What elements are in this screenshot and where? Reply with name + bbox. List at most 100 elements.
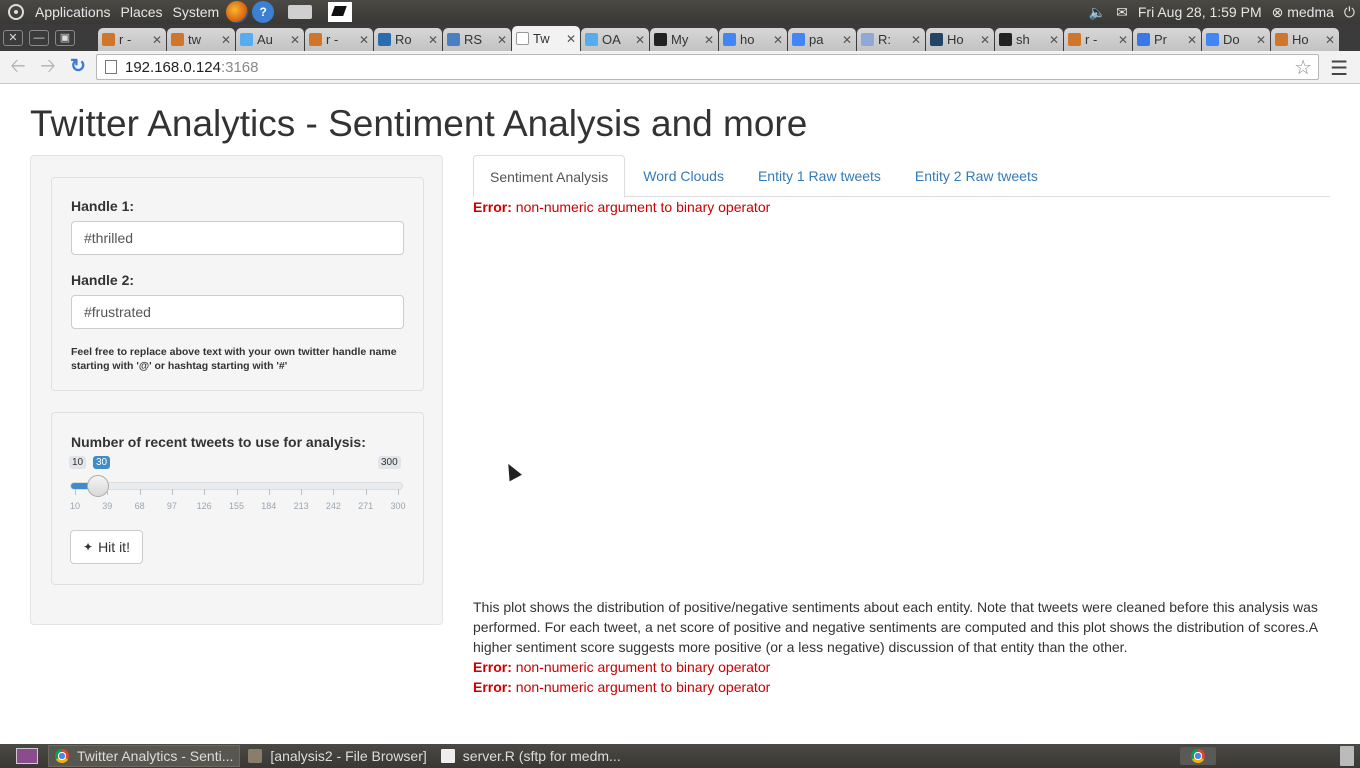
tab-close-icon[interactable]: ✕ [497, 33, 507, 47]
tray-chrome-icon[interactable] [1180, 747, 1216, 765]
tab-close-icon[interactable]: ✕ [359, 33, 369, 47]
back-arrow-icon[interactable]: 🡠 [6, 55, 30, 79]
tab-close-icon[interactable]: ✕ [221, 33, 231, 47]
browser-tab[interactable]: tw ✕ [167, 28, 235, 51]
hit-it-button[interactable]: ✦ Hit it! [70, 530, 143, 564]
places-menu[interactable]: Places [116, 4, 168, 20]
tab-close-icon[interactable]: ✕ [1118, 33, 1128, 47]
window-close-icon[interactable]: ✕ [3, 30, 23, 46]
window-maximize-icon[interactable]: ▣ [55, 30, 75, 46]
user-menu[interactable]: ⊗ medma [1267, 4, 1339, 21]
browser-tab[interactable]: OA ✕ [581, 28, 649, 51]
browser-tab[interactable]: Ro ✕ [374, 28, 442, 51]
tab-close-icon[interactable]: ✕ [773, 33, 783, 47]
mail-icon[interactable]: ✉ [1111, 4, 1133, 21]
task-editor[interactable]: server.R (sftp for medm... [435, 745, 627, 767]
bookmark-star-icon[interactable]: ☆ [1294, 55, 1312, 80]
volume-icon[interactable]: 🔈 [1084, 4, 1111, 21]
tab-title: Ho [1292, 32, 1309, 47]
slider-tick [268, 489, 270, 495]
browser-tab[interactable]: My ✕ [650, 28, 718, 51]
power-icon[interactable]: ⏻ [1339, 4, 1360, 21]
browser-tab[interactable]: pa ✕ [788, 28, 856, 51]
tab-close-icon[interactable]: ✕ [566, 32, 576, 46]
browser-tab[interactable]: RS ✕ [443, 28, 511, 51]
ubuntu-logo-icon[interactable] [8, 4, 24, 20]
slider-tick [365, 489, 367, 495]
browser-tab[interactable]: Ho ✕ [1271, 28, 1339, 51]
help-launcher-icon[interactable]: ? [252, 1, 275, 23]
slider-tick [236, 489, 238, 495]
slider-tick-label: 68 [134, 501, 145, 511]
browser-tab[interactable]: R: ✕ [857, 28, 925, 51]
slider-tick-label: 39 [102, 501, 113, 511]
browser-tab[interactable]: Pr ✕ [1133, 28, 1201, 51]
trash-icon[interactable] [1340, 746, 1354, 766]
forward-arrow-icon[interactable]: 🡢 [36, 55, 60, 79]
address-bar[interactable]: 192.168.0.124:3168 ☆ [96, 54, 1319, 80]
show-desktop-icon[interactable] [16, 748, 38, 764]
tab-title: Ho [947, 32, 964, 47]
window-minimize-icon[interactable]: — [29, 30, 49, 46]
tab-close-icon[interactable]: ✕ [1325, 33, 1335, 47]
handle2-label: Handle 2: [71, 272, 135, 288]
tab-entity-2-raw-tweets[interactable]: Entity 2 Raw tweets [899, 155, 1054, 197]
error-message-2: Error: non-numeric argument to binary op… [473, 659, 770, 675]
slider-tick [204, 489, 206, 495]
browser-menu-icon[interactable]: ☰ [1330, 56, 1348, 81]
tab-favicon-icon [585, 33, 598, 46]
browser-tab[interactable]: r - ✕ [98, 28, 166, 51]
browser-tab[interactable]: ho ✕ [719, 28, 787, 51]
error-text: non-numeric argument to binary operator [515, 659, 771, 675]
browser-tab[interactable]: Ho ✕ [926, 28, 994, 51]
tab-close-icon[interactable]: ✕ [1049, 33, 1059, 47]
slider-tick [333, 489, 335, 495]
firefox-launcher-icon[interactable] [226, 1, 249, 23]
tab-word-clouds[interactable]: Word Clouds [627, 155, 740, 197]
tab-favicon-icon [1206, 33, 1219, 46]
browser-tab[interactable]: Do ✕ [1202, 28, 1270, 51]
keyboard-icon[interactable] [288, 5, 313, 19]
screenshot-tool-icon[interactable] [328, 2, 353, 22]
system-menu[interactable]: System [168, 4, 225, 20]
tab-title: RS [464, 32, 483, 47]
task-label: Twitter Analytics - Senti... [77, 748, 234, 764]
tab-favicon-icon [654, 33, 667, 46]
tab-close-icon[interactable]: ✕ [911, 33, 921, 47]
tab-close-icon[interactable]: ✕ [428, 33, 438, 47]
tab-favicon-icon [1068, 33, 1081, 46]
tab-close-icon[interactable]: ✕ [1256, 33, 1266, 47]
sidebar-panel: Handle 1: #thrilled Handle 2: #frustrate… [30, 155, 443, 625]
browser-tab[interactable]: sh ✕ [995, 28, 1063, 51]
tab-close-icon[interactable]: ✕ [635, 33, 645, 47]
task-browser[interactable]: Twitter Analytics - Senti... [48, 745, 241, 767]
slider-tick [75, 489, 76, 495]
browser-tab[interactable]: r - ✕ [305, 28, 373, 51]
clock[interactable]: Fri Aug 28, 1:59 PM [1133, 4, 1267, 20]
tab-close-icon[interactable]: ✕ [290, 33, 300, 47]
browser-tab[interactable]: Tw ✕ [512, 26, 580, 51]
tab-close-icon[interactable]: ✕ [1187, 33, 1197, 47]
slider-tick-label: 155 [228, 501, 245, 511]
tab-close-icon[interactable]: ✕ [980, 33, 990, 47]
reload-icon[interactable]: ↻ [66, 55, 90, 79]
slider-tick-label: 184 [261, 501, 277, 511]
tab-close-icon[interactable]: ✕ [842, 33, 852, 47]
slider-tick-label: 271 [358, 501, 374, 511]
handle-help-text: Feel free to replace above text with you… [71, 346, 397, 372]
tab-close-icon[interactable]: ✕ [704, 33, 714, 47]
tab-close-icon[interactable]: ✕ [152, 33, 162, 47]
slider-tick [398, 489, 399, 495]
tab-title: OA [602, 32, 621, 47]
tab-favicon-icon [240, 33, 253, 46]
slider-tick [301, 489, 303, 495]
browser-tab[interactable]: Au ✕ [236, 28, 304, 51]
tab-entity-1-raw-tweets[interactable]: Entity 1 Raw tweets [742, 155, 897, 197]
browser-tab[interactable]: r - ✕ [1064, 28, 1132, 51]
handle2-input[interactable]: #frustrated [71, 295, 404, 329]
handle1-input[interactable]: #thrilled [71, 221, 404, 255]
applications-menu[interactable]: Applications [30, 4, 116, 20]
tab-sentiment-analysis[interactable]: Sentiment Analysis [473, 155, 626, 198]
task-file-browser[interactable]: [analysis2 - File Browser] [242, 745, 432, 767]
top-panel: Applications Places System ? 🔈 ✉ Fri Aug… [0, 0, 1360, 24]
